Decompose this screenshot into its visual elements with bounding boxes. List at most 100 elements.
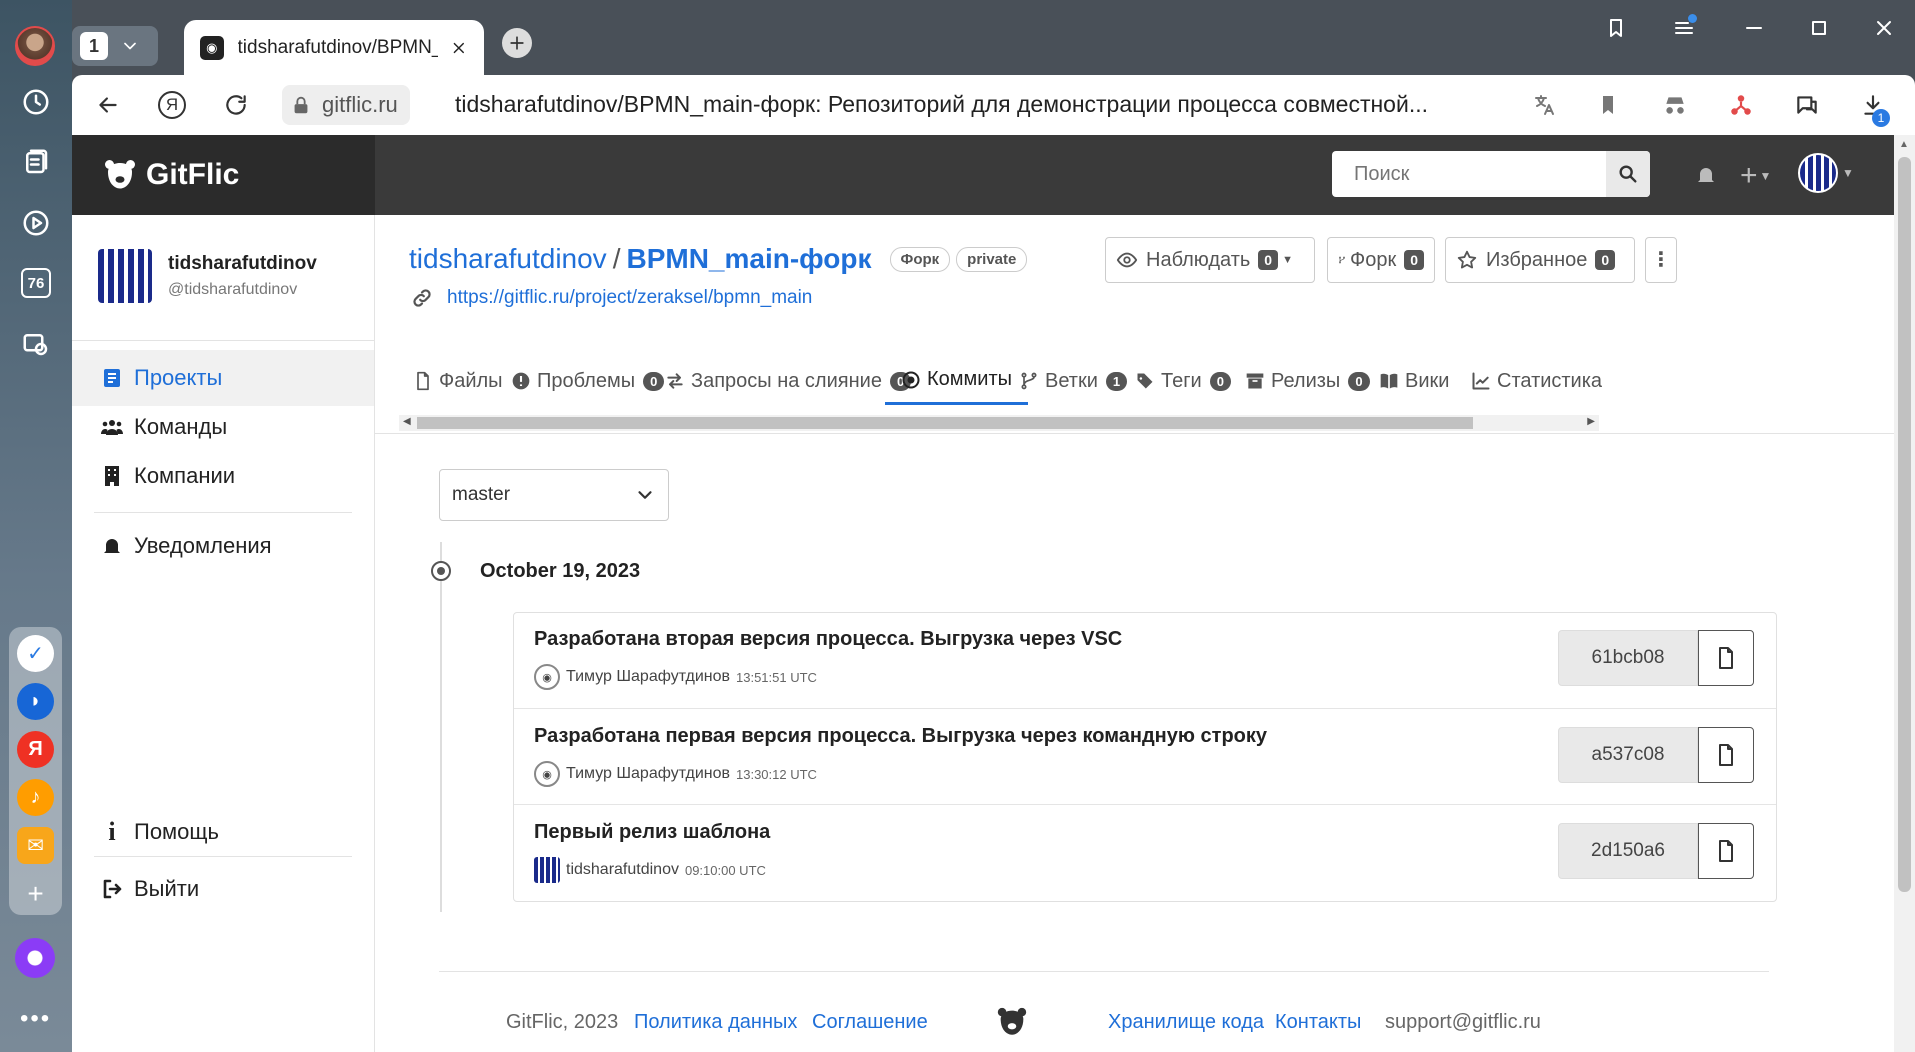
tab-counter[interactable]: 1 [72, 26, 158, 66]
tab-tags[interactable]: Теги 0 [1135, 357, 1231, 405]
bookmarks-panel-icon[interactable] [1604, 16, 1628, 40]
scroll-right-icon[interactable]: ▶ [1587, 416, 1595, 427]
sidebar-user-handle: @tidsharafutdinov [168, 281, 298, 298]
tab-gitflic[interactable]: ◉ tidsharafutdinov/BPMN_main-форк [184, 20, 484, 76]
notifications-bell-icon[interactable] [1694, 163, 1718, 187]
archive-icon [1246, 373, 1264, 389]
author-avatar: ◉ [534, 664, 560, 690]
repo-owner-link[interactable]: tidsharafutdinov [409, 243, 607, 275]
fork-button[interactable]: Форк 0 [1327, 237, 1435, 283]
branch-select[interactable]: master [439, 469, 669, 521]
add-app-icon[interactable]: + [17, 875, 54, 912]
create-menu-button[interactable]: + ▼ [1740, 159, 1771, 193]
browse-files-button[interactable] [1698, 630, 1754, 686]
maximize-icon[interactable] [1807, 16, 1831, 40]
tab-commits[interactable]: Коммиты [885, 357, 1028, 405]
sidebar-item-companies[interactable]: Компании [72, 448, 374, 504]
sidebar-item-projects[interactable]: Проекты [72, 350, 374, 406]
footer-agreement-link[interactable]: Соглашение [812, 1011, 928, 1034]
tab-merge-requests[interactable]: Запросы на слияние 0 [665, 357, 912, 405]
bookmark-icon[interactable] [1596, 93, 1620, 117]
browse-files-button[interactable] [1698, 823, 1754, 879]
collections-icon[interactable] [16, 142, 56, 182]
extension-chat-icon[interactable] [1794, 92, 1820, 118]
favorite-button[interactable]: Избранное 0 [1445, 237, 1635, 283]
commit-author[interactable]: Тимур Шарафутдинов [566, 668, 730, 686]
translate-icon[interactable] [1532, 93, 1556, 117]
browse-files-button[interactable] [1698, 727, 1754, 783]
close-icon[interactable] [450, 39, 468, 57]
footer-contacts-link[interactable]: Контакты [1275, 1011, 1361, 1034]
scroll-left-icon[interactable]: ◀ [403, 416, 411, 427]
mail-app-icon[interactable]: ✉ [17, 827, 54, 864]
commit-icon [902, 371, 920, 388]
commit-date-heading: October 19, 2023 [480, 560, 641, 582]
extension-network-icon[interactable] [1728, 92, 1754, 118]
fork-source-link[interactable]: https://gitflic.ru/project/zeraksel/bpmn… [447, 287, 812, 309]
back-button[interactable] [92, 89, 124, 121]
commit-message-link[interactable]: Разработана вторая версия процесса. Выгр… [534, 628, 1122, 651]
tab-files[interactable]: Файлы [413, 357, 503, 405]
menu-notification-dot [1688, 14, 1697, 23]
commit-sha-button[interactable]: 61bcb08 [1558, 630, 1698, 686]
watch-button[interactable]: Наблюдать 0 ▼ [1105, 237, 1315, 283]
sidebar-item-teams[interactable]: Команды [72, 399, 374, 455]
commit-message-link[interactable]: Первый релиз шаблона [534, 821, 770, 844]
scroll-up-icon[interactable]: ▲ [1899, 139, 1909, 150]
repo-name-link[interactable]: BPMN_main-форк [626, 243, 871, 275]
tasks-app-icon[interactable]: ✓ [17, 635, 54, 672]
commit-author[interactable]: Тимур Шарафутдинов [566, 765, 730, 783]
reload-button[interactable] [220, 89, 252, 121]
tabs-scrollbar[interactable]: ◀ ▶ [399, 415, 1599, 431]
fork-source: https://gitflic.ru/project/zeraksel/bpmn… [411, 287, 812, 309]
sidebar-item-notifications[interactable]: Уведомления [72, 518, 374, 574]
weather-badge[interactable]: 76 [16, 263, 56, 303]
commit-message-link[interactable]: Разработана первая версия процесса. Выгр… [534, 725, 1267, 748]
tab-releases[interactable]: Релизы 0 [1245, 357, 1370, 405]
url-domain-chip[interactable]: gitflic.ru [282, 85, 410, 125]
more-icon[interactable]: ••• [20, 1005, 51, 1033]
search-input[interactable] [1332, 151, 1602, 197]
minimize-icon[interactable] [1742, 16, 1766, 40]
profile-avatar[interactable] [15, 26, 55, 66]
tabs-scrollbar-thumb[interactable] [417, 417, 1473, 429]
sidebar-item-help[interactable]: i Помощь [72, 804, 374, 860]
yandex-button[interactable]: Я [156, 89, 188, 121]
page-scrollbar[interactable]: ▲ [1894, 135, 1915, 1052]
commit-sha-button[interactable]: a537c08 [1558, 727, 1698, 783]
tab-statistics[interactable]: Статистика [1471, 357, 1602, 405]
window-close-icon[interactable] [1872, 16, 1896, 40]
footer-email[interactable]: support@gitflic.ru [1385, 1011, 1541, 1034]
browser-lite-app-icon[interactable]: ◗ [17, 683, 54, 720]
commit-author[interactable]: tidsharafutdinov [566, 861, 679, 879]
history-icon[interactable] [16, 82, 56, 122]
sidebar-item-logout[interactable]: Выйти [72, 861, 374, 917]
tab-label: Вики [1405, 369, 1450, 392]
tab-wiki[interactable]: Вики [1379, 357, 1449, 405]
new-tab-button[interactable] [502, 28, 532, 58]
more-options-button[interactable]: ⋮ [1645, 237, 1677, 283]
alice-icon[interactable] [15, 938, 55, 978]
browser-window: 1 ◉ tidsharafutdinov/BPMN_main-форк Я gi… [72, 0, 1915, 1052]
footer-storage-link[interactable]: Хранилище кода [1108, 1011, 1264, 1034]
commit-sha-button[interactable]: 2d150a6 [1558, 823, 1698, 879]
tab-label: Теги [1161, 369, 1202, 392]
video-player-icon[interactable] [16, 203, 56, 243]
yandex-app-icon[interactable]: Я [17, 731, 54, 768]
gitflic-logo[interactable]: GitFlic [72, 135, 375, 215]
tab-issues[interactable]: Проблемы 0 [511, 357, 665, 405]
watch-count: 0 [1258, 250, 1279, 270]
search-button[interactable] [1606, 151, 1650, 197]
file-icon [1719, 744, 1733, 766]
music-app-icon[interactable]: ♪ [17, 779, 54, 816]
screenshot-icon[interactable] [16, 324, 56, 364]
footer-privacy-link[interactable]: Политика данных [634, 1011, 797, 1034]
timeline-line [440, 542, 442, 912]
tab-label: Проблемы [537, 369, 636, 392]
tab-branches[interactable]: Ветки 1 [1019, 357, 1128, 405]
url-page-title[interactable]: tidsharafutdinov/BPMN_main-форк: Репозит… [455, 91, 1455, 118]
page-scrollbar-thumb[interactable] [1898, 157, 1911, 892]
sidebar-user-card[interactable]: tidsharafutdinov @tidsharafutdinov [98, 249, 317, 303]
user-menu-button[interactable]: ▼ [1798, 153, 1854, 193]
extension-incognito-icon[interactable] [1662, 92, 1688, 118]
